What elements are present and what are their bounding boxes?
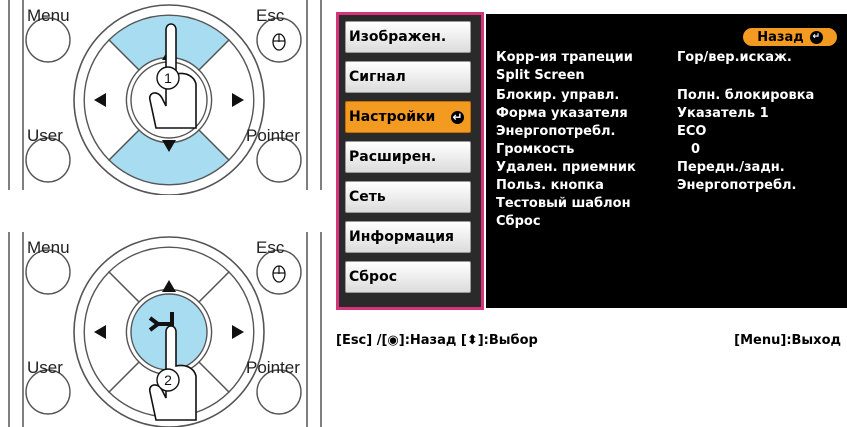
menu-label: Menu [27, 238, 70, 257]
remote-control-step2: 2 Menu Esc User Pointer [0, 232, 330, 427]
setting-row[interactable]: Split Screen [496, 68, 841, 85]
remote-control-step1: 1 Menu Esc User Pointer [0, 0, 330, 195]
menu-label: Menu [27, 6, 70, 25]
setting-row[interactable]: Корр-ия трапеции Гор/вер.искаж. [496, 50, 841, 67]
menu-category-sidebar: Изображен. Сигнал Настройки ↵ Расширен. … [336, 12, 484, 310]
menu-item-info[interactable]: Информация [345, 221, 471, 253]
help-bar: [Esc] /[◉]:Назад [⬍]:Выбор [Menu]:Выход [336, 333, 841, 348]
enter-icon: ↵ [809, 30, 823, 44]
menu-item-image[interactable]: Изображен. [345, 21, 471, 53]
menu-item-extended[interactable]: Расширен. [345, 141, 471, 173]
esc-label: Esc [256, 238, 285, 257]
enter-icon: ↵ [451, 109, 464, 124]
menu-item-signal[interactable]: Сигнал [345, 61, 471, 93]
setting-row[interactable]: Блокир. управл. Полн. блокировка [496, 88, 841, 105]
svg-text:2: 2 [164, 372, 172, 388]
setting-row[interactable]: Энергопотребл. ECO [496, 124, 841, 141]
menu-item-network[interactable]: Сеть [345, 181, 471, 213]
setting-row[interactable]: Польз. кнопка Энергопотребл. [496, 178, 841, 195]
projector-settings-menu: Изображен. Сигнал Настройки ↵ Расширен. … [336, 12, 847, 310]
remote-body: 2 [8, 232, 322, 427]
setting-row[interactable]: Тестовый шаблон [496, 196, 841, 213]
setting-row[interactable]: Сброс [496, 214, 841, 231]
esc-label: Esc [256, 6, 285, 25]
remote-body: 1 [8, 0, 322, 195]
menu-item-settings[interactable]: Настройки ↵ [345, 101, 471, 133]
setting-row[interactable]: Удален. приемник Передн./задн. [496, 160, 841, 177]
menu-item-reset[interactable]: Сброс [345, 261, 471, 293]
pointer-label: Pointer [246, 358, 300, 377]
setting-row[interactable]: Форма указателя Указатель 1 [496, 106, 841, 123]
settings-panel: Назад ↵ Корр-ия трапеции Гор/вер.искаж. … [486, 14, 847, 308]
svg-text:1: 1 [164, 70, 172, 86]
pointer-label: Pointer [246, 126, 300, 145]
user-label: User [27, 358, 63, 377]
back-button[interactable]: Назад ↵ [743, 28, 837, 46]
setting-row[interactable]: Громкость 0 [496, 142, 841, 159]
user-label: User [27, 126, 63, 145]
